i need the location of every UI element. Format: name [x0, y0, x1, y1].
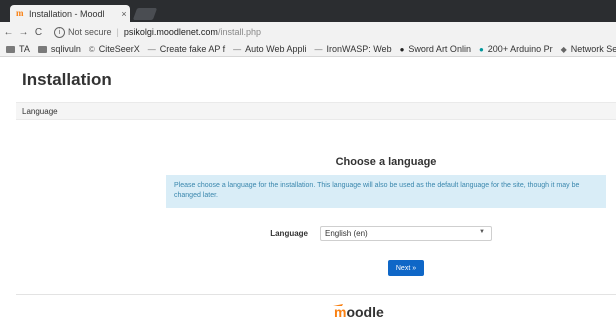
tab-title: Installation - Moodl	[29, 8, 105, 19]
logo-wordmark: moodle	[334, 304, 384, 320]
language-label: Language	[270, 229, 308, 238]
info-alert: Please choose a language for the install…	[166, 175, 606, 208]
bookmark-network[interactable]: ◆ Network Se	[561, 44, 616, 54]
dash-icon: —	[147, 44, 156, 54]
url-separator: |	[116, 27, 119, 37]
tab-close-icon[interactable]: ×	[118, 9, 130, 19]
browser-tab[interactable]: m Installation - Moodl ×	[10, 5, 130, 22]
bookmark-label: Network Se	[570, 44, 616, 54]
bookmark-ta[interactable]: TA	[6, 44, 30, 54]
bookmark-label: 200+ Arduino Pr	[487, 44, 553, 54]
next-button[interactable]: Next »	[388, 260, 424, 276]
moodle-logo: moodle	[333, 304, 384, 320]
address-bar[interactable]: i Not secure | psikolgi.moodlenet.com /i…	[54, 24, 614, 40]
logo-letter-m: m	[334, 304, 346, 320]
bookmark-label: Auto Web Appli	[245, 44, 307, 54]
bookmark-label: Sword Art Onlin	[408, 44, 471, 54]
bookmark-create-fake-ap[interactable]: — Create fake AP f	[148, 44, 225, 54]
logo-letter-rest: oodle	[346, 304, 384, 320]
citeseer-icon: ©	[88, 44, 95, 54]
breadcrumb-language: Language	[22, 106, 58, 116]
arduino-icon: ●	[478, 44, 484, 54]
bookmark-label: TA	[19, 44, 30, 54]
bookmark-sqlivuln[interactable]: sqlivuln	[37, 44, 81, 54]
browser-tabstrip: m Installation - Moodl ×	[0, 0, 616, 22]
breadcrumb: Language	[16, 102, 616, 120]
forward-icon[interactable]: →	[17, 27, 30, 38]
section-heading: Choose a language	[335, 156, 437, 168]
back-icon[interactable]: ←	[2, 27, 15, 38]
network-icon: ◆	[560, 44, 567, 54]
folder-icon	[37, 45, 47, 53]
bookmark-citeseerx[interactable]: © CiteSeerX	[89, 44, 140, 54]
new-tab-button[interactable]	[132, 8, 158, 20]
bookmark-label: CiteSeerX	[98, 44, 140, 54]
language-selected-value: English (en)	[325, 229, 368, 238]
dash-icon: —	[314, 44, 323, 54]
shield-icon: ●	[399, 44, 405, 54]
bookmark-label: Create fake AP f	[159, 44, 226, 54]
reload-icon[interactable]: C	[32, 27, 45, 38]
folder-icon	[6, 45, 15, 53]
bookmark-label: sqlivuln	[50, 44, 81, 54]
bookmark-sword-art-online[interactable]: ● Sword Art Onlin	[400, 44, 471, 54]
bookmark-label: IronWASP: Web	[326, 44, 392, 54]
security-label: Not secure	[68, 27, 112, 37]
bookmark-auto-web-appli[interactable]: — Auto Web Appli	[233, 44, 306, 54]
url-host: psikolgi.moodlenet.com	[123, 27, 218, 37]
browser-toolbar: ← → C i Not secure | psikolgi.moodlenet.…	[0, 22, 616, 42]
language-select[interactable]: English (en) ▼	[320, 226, 492, 241]
dash-icon: —	[233, 44, 242, 54]
language-form-row: Language English (en) ▼	[166, 226, 606, 242]
bookmark-arduino[interactable]: ● 200+ Arduino Pr	[479, 44, 553, 54]
url-path: /install.php	[217, 27, 261, 37]
moodle-favicon-icon: m	[16, 8, 24, 18]
bookmark-ironwasp[interactable]: — IronWASP: Web	[315, 44, 392, 54]
chevron-down-icon: ▼	[479, 229, 485, 235]
footer-divider	[16, 294, 616, 295]
page-title: Installation	[22, 70, 112, 89]
info-icon[interactable]: i	[54, 26, 65, 38]
bookmarks-bar: TA sqlivuln © CiteSeerX — Create fake AP…	[0, 42, 616, 57]
